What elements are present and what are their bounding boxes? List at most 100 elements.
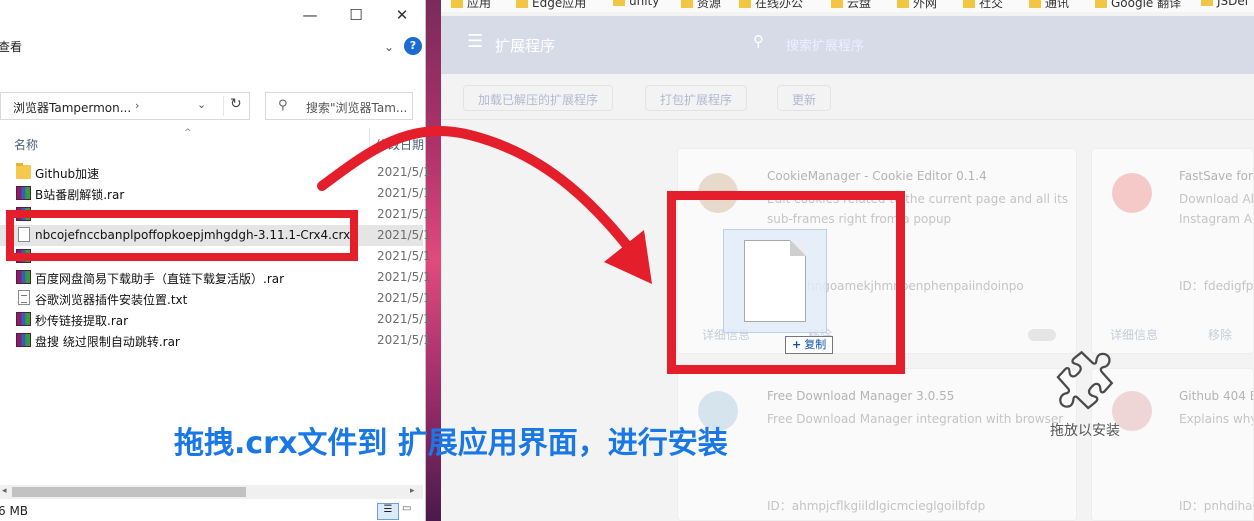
drop-hint-text: 拖放以安装 — [1050, 423, 1120, 439]
instruction-caption: 拖拽.crx文件到 扩展应用界面，进行安装 — [174, 426, 728, 461]
scroll-right-icon[interactable]: ▸ — [410, 486, 415, 496]
extension-name: Github 404 B — [1179, 389, 1254, 403]
bookmark-item[interactable]: unity — [613, 0, 659, 8]
scroll-thumb[interactable] — [12, 487, 246, 497]
file-highlight-box — [6, 210, 358, 261]
large-icons-view-icon[interactable]: ▭ — [402, 503, 420, 520]
extension-description: Explains why — [1179, 412, 1254, 426]
file-name: 谷歌浏览器插件安装位置.txt — [35, 293, 188, 307]
search-extensions-input[interactable]: 搜索扩展程序 — [786, 35, 864, 54]
bookmark-item[interactable]: 通讯 — [1029, 0, 1069, 11]
winrar-icon — [16, 270, 31, 284]
file-date: 2021/5/1 — [377, 312, 431, 326]
folder-icon — [16, 163, 31, 179]
extension-id: ID：ahmpjcflkgiildlgicmcieglgoilbfdp — [767, 499, 986, 513]
extension-name: Free Download Manager 3.0.55 — [767, 389, 955, 403]
list-item[interactable]: 盘搜 绕过限制自动跳转.rar 2021/5/1 — [0, 330, 431, 351]
refresh-icon[interactable]: ↻ — [223, 96, 242, 116]
drop-target-highlight-box — [667, 191, 905, 374]
file-name: 百度网盘简易下载助手（直链下载复活版）.rar — [35, 272, 285, 286]
details-view-icon[interactable]: ☰ — [377, 503, 399, 520]
extension-id: ID：pnhdihat — [1179, 499, 1254, 513]
file-name: B站番剧解锁.rar — [35, 188, 125, 202]
file-date: 2021/5/1 — [377, 228, 431, 242]
bookmark-item[interactable]: 社交 — [963, 0, 1003, 11]
pack-extension-button[interactable]: 打包扩展程序 — [645, 85, 748, 111]
details-button[interactable]: 详细信息 — [1110, 326, 1158, 343]
scroll-left-icon[interactable]: ◂ — [2, 486, 7, 496]
file-date: 2021/5/1 — [377, 186, 431, 200]
file-name: Github加速 — [35, 167, 100, 181]
bookmarks-bar: 应用 Edge应用 unity 资源 在线办公 云盘 外网 社交 通讯 Goog… — [441, 0, 1254, 12]
page-title: 扩展程序 — [495, 37, 556, 55]
column-headers: ^ 名称 修改日期 — [0, 128, 424, 156]
winrar-icon — [16, 186, 31, 200]
winrar-icon — [16, 333, 31, 347]
text-file-icon — [18, 290, 30, 305]
puzzle-icon: 🧩︎ — [1048, 346, 1122, 414]
file-date: 2021/5/1 — [377, 207, 431, 221]
explorer-ribbon: 查看 ⌄ ? — [0, 36, 425, 60]
file-date: 2021/5/1 — [377, 291, 431, 305]
list-item[interactable]: Github加速 2021/5/1 — [0, 162, 431, 183]
address-bar[interactable]: 浏览器Tampermon... › ⌄ ↻ — [0, 92, 250, 120]
bookmark-item[interactable]: 应用 — [451, 0, 491, 11]
file-date: 2021/5/1 — [377, 270, 431, 284]
bookmark-item[interactable]: 资源 — [681, 0, 721, 11]
list-item[interactable]: 谷歌浏览器插件安装位置.txt 2021/5/1 — [0, 288, 431, 309]
winrar-icon — [16, 312, 31, 326]
extension-name: FastSave for — [1179, 169, 1253, 183]
remove-button[interactable]: 移除 — [1208, 326, 1232, 343]
maximize-button[interactable]: ☐ — [338, 6, 374, 24]
file-date: 2021/5/1 — [377, 249, 431, 263]
load-unpacked-button[interactable]: 加载已解压的扩展程序 — [463, 85, 614, 111]
column-date[interactable]: 修改日期 — [376, 136, 424, 153]
search-box[interactable]: ⚲ 搜索"浏览器Tam... — [265, 92, 413, 120]
extension-name: CookieManager - Cookie Editor 0.1.4 — [767, 169, 987, 183]
horizontal-scrollbar[interactable]: ◂ ▸ — [0, 485, 423, 499]
list-item[interactable]: 百度网盘简易下载助手（直链下载复活版）.rar 2021/5/1 — [0, 267, 431, 288]
bookmark-item[interactable]: 外网 — [897, 0, 937, 11]
extension-card: FastSave for Download All Instagram A ID… — [1091, 148, 1254, 354]
ribbon-expand-icon[interactable]: ⌄ — [384, 40, 394, 54]
list-item[interactable]: 秒传链接提取.rar 2021/5/1 — [0, 309, 431, 330]
update-button[interactable]: 更新 — [777, 85, 832, 111]
search-icon: ⚲ — [753, 32, 764, 50]
selection-size: 6 MB — [0, 504, 29, 518]
bookmark-item[interactable]: Google 翻译 — [1095, 0, 1181, 11]
extensions-header: ☰ 扩展程序 ⚲ 搜索扩展程序 — [441, 16, 1254, 74]
explorer-titlebar: — ☐ ✕ — [0, 0, 425, 36]
chevron-down-icon[interactable]: ⌄ — [197, 98, 206, 111]
extension-card: Free Download Manager 3.0.55 Free Downlo… — [677, 368, 1077, 521]
extension-description: Instagram A — [1179, 212, 1253, 226]
column-name[interactable]: 名称 — [14, 136, 38, 153]
help-icon[interactable]: ? — [404, 37, 422, 55]
file-date: 2021/5/1 — [377, 165, 431, 179]
minimize-button[interactable]: — — [292, 6, 328, 24]
close-button[interactable]: ✕ — [384, 6, 420, 24]
status-bar: 6 MB ☰ ▭ — [0, 502, 423, 521]
extension-description: Free Download Manager integration with b… — [767, 412, 1064, 426]
address-path[interactable]: 浏览器Tampermon... — [13, 99, 131, 116]
chevron-right-icon[interactable]: › — [135, 99, 139, 112]
bookmark-item[interactable]: Edge应用 — [516, 0, 586, 11]
extension-description: Download All — [1179, 192, 1254, 206]
column-separator[interactable] — [369, 128, 370, 156]
extension-id: ID：fdedigfpo — [1179, 279, 1254, 293]
drop-to-install-hint: 🧩︎ 拖放以安装 — [1040, 348, 1130, 440]
file-name: 盘搜 绕过限制自动跳转.rar — [35, 335, 180, 349]
hamburger-menu-icon[interactable]: ☰ — [467, 31, 483, 52]
bookmark-item[interactable]: 在线办公 — [739, 0, 803, 11]
search-icon: ⚲ — [278, 98, 288, 113]
download-logo-icon — [1112, 173, 1152, 213]
extensions-toolbar: 加载已解压的扩展程序 打包扩展程序 更新 — [441, 74, 1254, 120]
bookmark-item[interactable]: 云盘 — [831, 0, 871, 11]
bookmark-item[interactable]: JSDel — [1201, 0, 1248, 8]
ribbon-tab-view[interactable]: 查看 — [0, 38, 22, 55]
enable-toggle[interactable] — [1028, 329, 1056, 341]
search-input[interactable]: 搜索"浏览器Tam... — [306, 99, 407, 116]
sort-up-icon: ^ — [184, 128, 192, 138]
file-date: 2021/5/1 — [377, 333, 431, 347]
file-name: 秒传链接提取.rar — [35, 314, 129, 328]
list-item[interactable]: B站番剧解锁.rar 2021/5/1 — [0, 183, 431, 204]
